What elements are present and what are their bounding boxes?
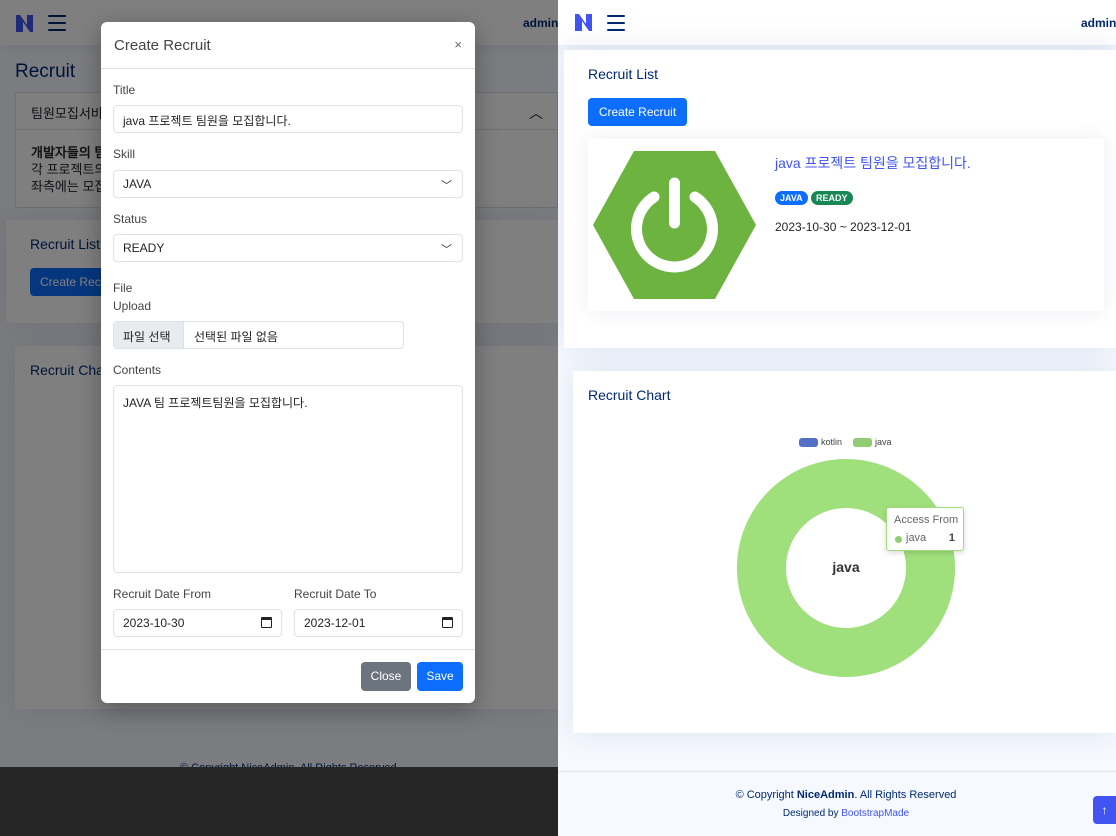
chart-tooltip: Access From java 1: [886, 507, 964, 551]
create-recruit-button[interactable]: Create Recruit: [588, 98, 687, 126]
legend-item-kotlin[interactable]: kotlin: [799, 437, 843, 448]
footer-copyright: © Copyright NiceAdmin. All Rights Reserv…: [558, 789, 1116, 801]
status-label: Status: [113, 212, 148, 226]
user-name[interactable]: admin: [1081, 16, 1116, 30]
skill-value: JAVA: [123, 177, 152, 191]
footer-credits: Designed by BootstrapMade: [558, 808, 1116, 819]
close-button[interactable]: Close: [361, 662, 411, 691]
date-from-input[interactable]: 2023-10-30: [113, 609, 282, 637]
tooltip-value: 1: [948, 532, 955, 544]
create-recruit-modal: Create Recruit × Title java 프로젝트 팀원을 모집합…: [101, 22, 475, 703]
skill-badge: JAVA: [775, 191, 808, 205]
power-hexagon-icon: [593, 151, 756, 299]
upload-label: Upload: [113, 299, 152, 313]
legend-label: java: [875, 437, 892, 447]
right-header: admin: [558, 0, 1116, 45]
recruit-item-title[interactable]: java 프로젝트 팀원을 모집합니다.: [775, 153, 971, 173]
file-choose-button[interactable]: 파일 선택: [114, 322, 184, 348]
file-input[interactable]: 파일 선택 선택된 파일 없음: [113, 321, 404, 349]
tooltip-series-name: java: [906, 532, 927, 544]
brand-name: NiceAdmin: [796, 789, 855, 801]
card-title: Recruit Chart: [588, 387, 671, 403]
status-value: READY: [123, 241, 165, 255]
status-badge: READY: [811, 191, 853, 205]
recruit-date-range: 2023-10-30 ~ 2023-12-01: [775, 220, 912, 234]
title-input[interactable]: java 프로젝트 팀원을 모집합니다.: [113, 105, 463, 133]
right-browser-pane: admin Recruit List Create Recruit java 프…: [558, 0, 1116, 836]
close-icon[interactable]: ×: [454, 37, 462, 52]
copyright-prefix: © Copyright: [735, 789, 797, 801]
back-to-top-button[interactable]: ↑: [1093, 796, 1116, 824]
save-button[interactable]: Save: [417, 662, 463, 691]
calendar-icon[interactable]: [261, 617, 272, 628]
modal-title: Create Recruit: [114, 37, 211, 54]
file-label: File: [113, 281, 133, 295]
legend-item-java[interactable]: java: [853, 437, 892, 448]
modal-footer: Close Save: [101, 649, 475, 703]
logo-icon[interactable]: [573, 12, 594, 33]
legend-label: kotlin: [821, 437, 843, 447]
title-label: Title: [113, 83, 136, 97]
dark-area: [0, 767, 558, 836]
file-status: 선택된 파일 없음: [194, 330, 278, 344]
status-select[interactable]: READY ﹀: [113, 234, 463, 262]
menu-toggle-icon[interactable]: [607, 15, 625, 31]
chevron-down-icon: ﹀: [441, 180, 452, 192]
date-from-label: Recruit Date From: [113, 587, 212, 601]
card-title: Recruit List: [588, 66, 659, 82]
tooltip-marker: [895, 536, 902, 543]
recruit-item-card[interactable]: java 프로젝트 팀원을 모집합니다. JAVA READY 2023-10-…: [588, 139, 1104, 311]
modal-header: Create Recruit ×: [101, 22, 475, 69]
copyright-suffix: . All Rights Reserved: [854, 789, 957, 801]
date-to-value: 2023-12-01: [304, 616, 366, 630]
legend-swatch: [799, 438, 818, 448]
chevron-down-icon: ﹀: [441, 244, 452, 256]
designer-link[interactable]: BootstrapMade: [841, 808, 909, 819]
date-from-value: 2023-10-30: [123, 616, 185, 630]
legend-swatch: [853, 438, 872, 448]
skill-label: Skill: [113, 147, 136, 161]
date-to-input[interactable]: 2023-12-01: [294, 609, 463, 637]
left-browser-pane: admin Recruit 팀원모집서비 ︿ 개발자들의 팀 각 프로젝트의 좌…: [0, 0, 558, 836]
contents-textarea[interactable]: JAVA 팀 프로젝트팀원을 모집합니다.: [113, 385, 463, 573]
designed-by-text: Designed by: [782, 808, 842, 819]
tooltip-title: Access From: [894, 514, 959, 526]
contents-label: Contents: [113, 363, 162, 377]
calendar-icon[interactable]: [442, 617, 453, 628]
date-to-label: Recruit Date To: [294, 587, 377, 601]
skill-select[interactable]: JAVA ﹀: [113, 170, 463, 198]
donut-center-label: java: [832, 559, 860, 575]
footer: © Copyright NiceAdmin. All Rights Reserv…: [558, 771, 1116, 836]
